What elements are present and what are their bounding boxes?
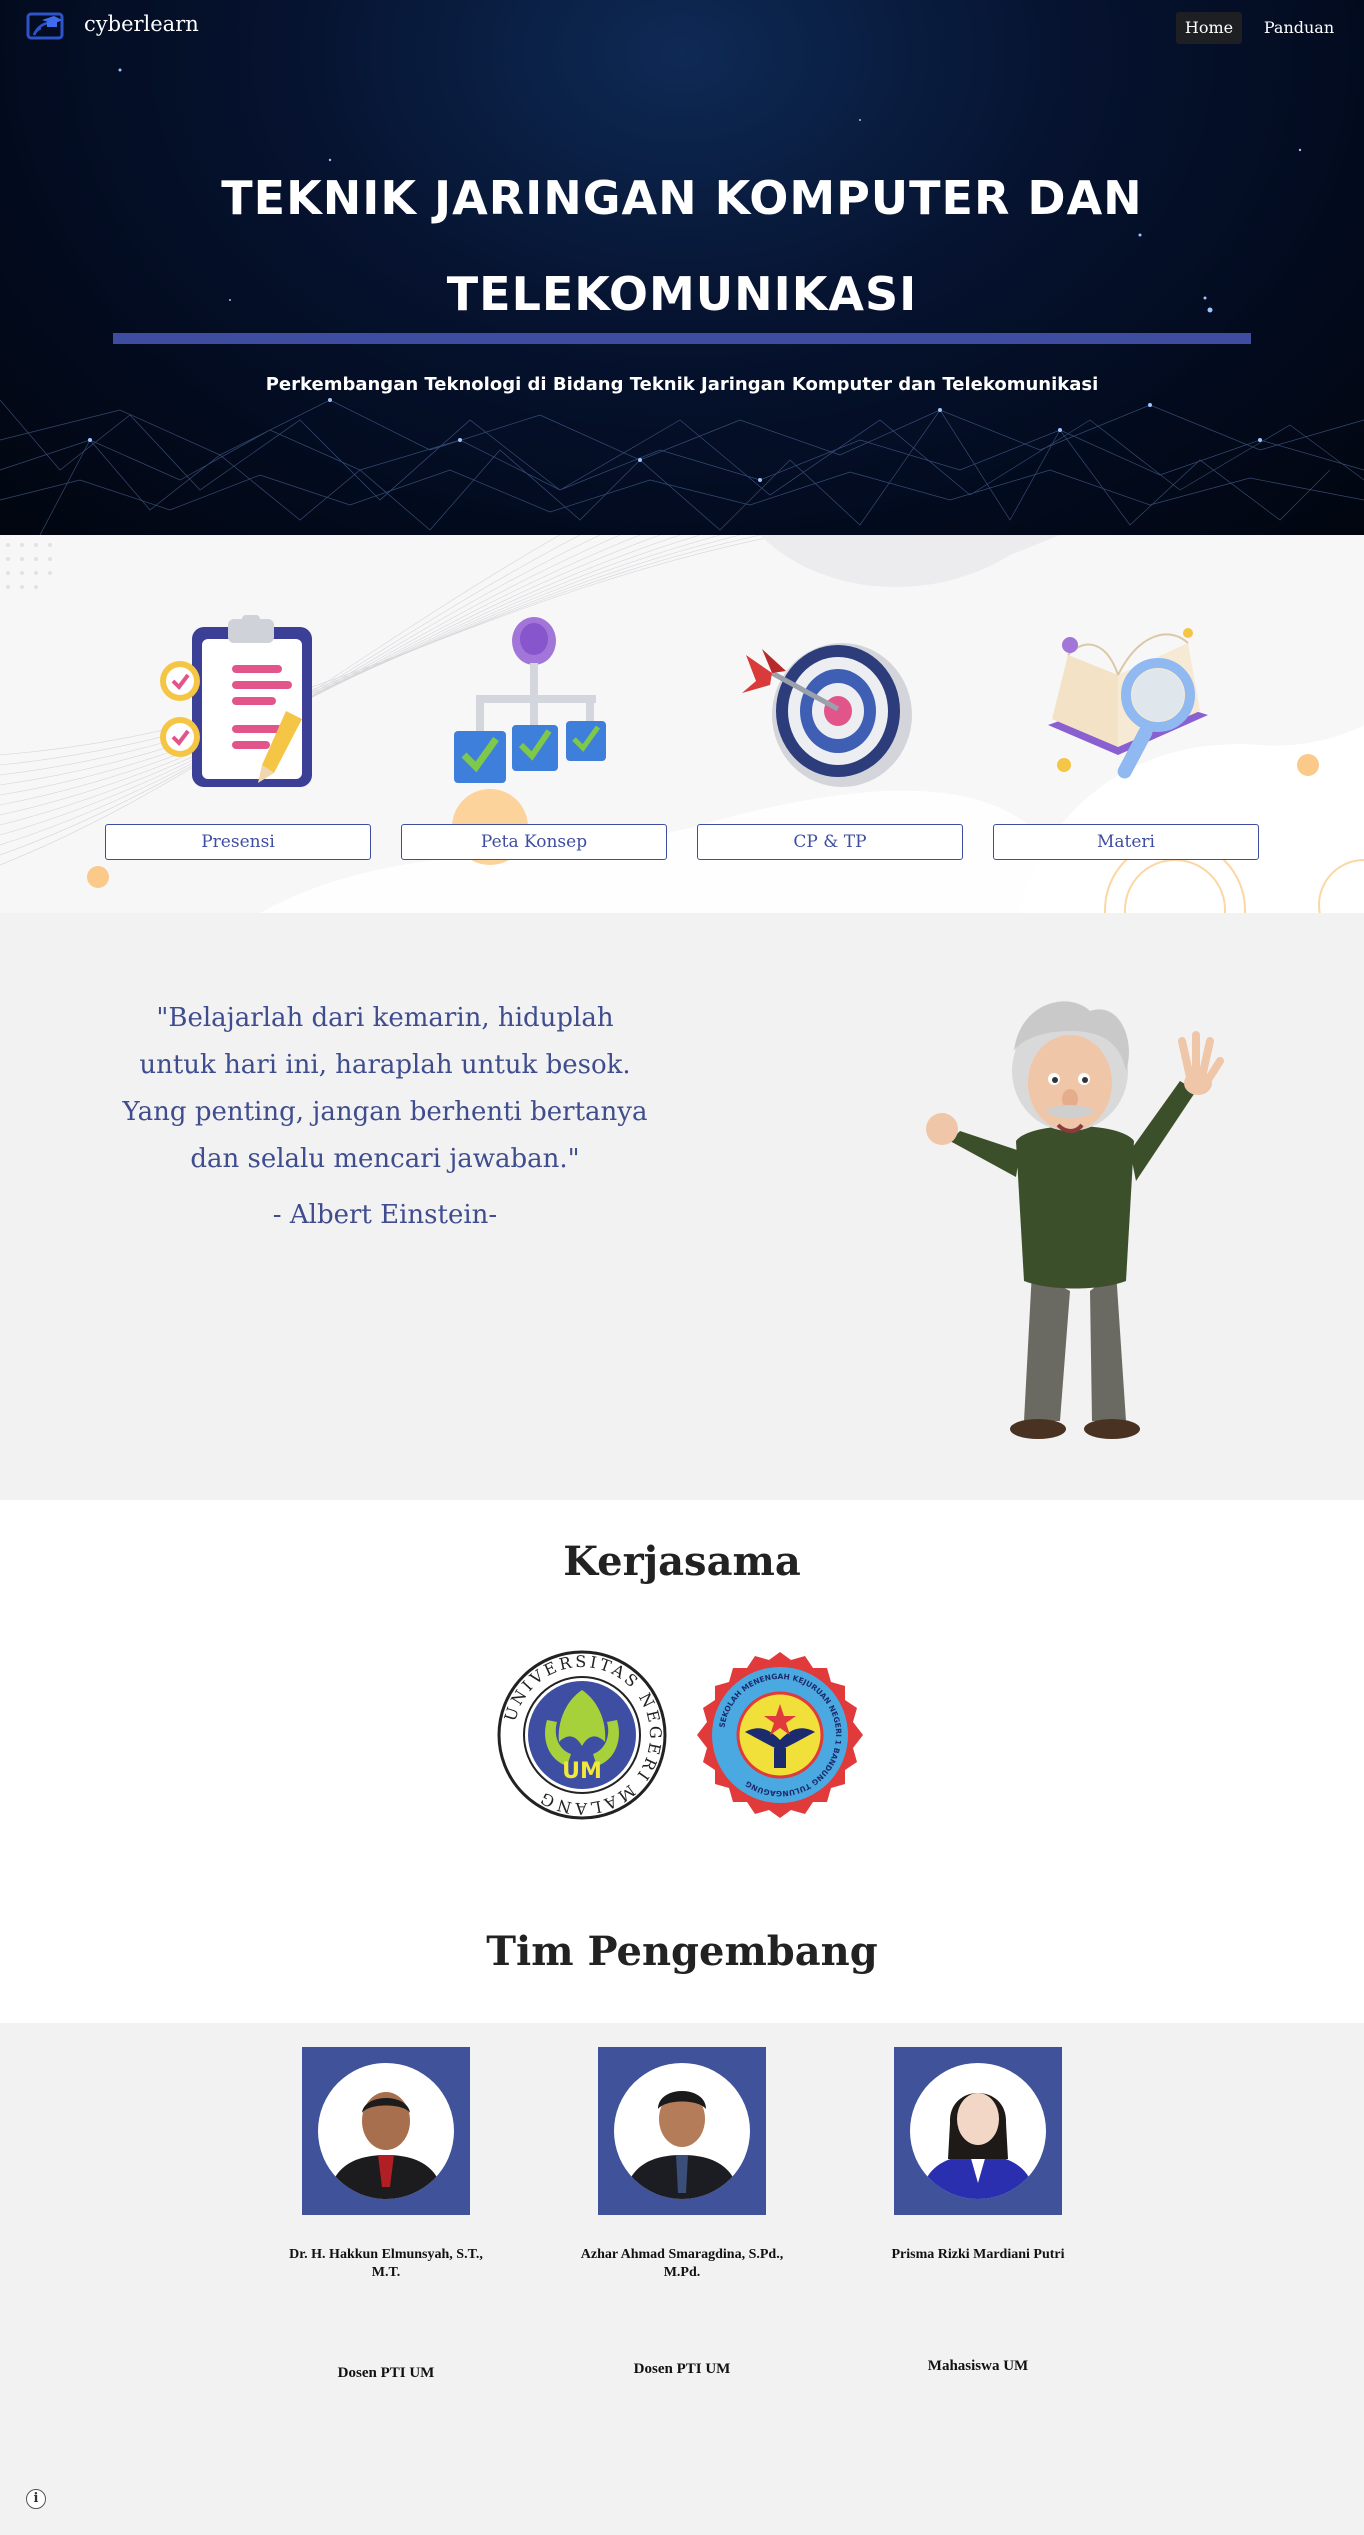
member-photo-frame: [302, 2047, 470, 2215]
member-role: Dosen PTI UM: [337, 2365, 435, 2381]
menu-item-peta-konsep[interactable]: Peta Konsep: [401, 535, 667, 913]
hero-title-line-1: TEKNIK JARINGAN KOMPUTER DAN: [221, 171, 1143, 225]
tim-pengembang-title: Tim Pengembang: [486, 1928, 878, 1975]
hero-banner: cyberlearn Home Panduan TEKNIK JARINGAN …: [0, 0, 1364, 535]
top-navbar: cyberlearn Home Panduan: [0, 0, 1364, 56]
member-photo-frame: [598, 2047, 766, 2215]
quote-author: - Albert Einstein-: [272, 1200, 498, 1230]
member-photo-avatar: [318, 2063, 454, 2199]
info-icon[interactable]: i: [26, 2489, 46, 2509]
hero-title: TEKNIK JARINGAN KOMPUTER DAN TELEKOMUNIK…: [120, 150, 1244, 342]
menu-item-cp-tp[interactable]: CP & TP: [697, 535, 963, 913]
materi-button[interactable]: Materi: [993, 824, 1259, 860]
einstein-illustration: [926, 1001, 1224, 1439]
concept-map-icon[interactable]: [446, 615, 622, 791]
target-dart-icon[interactable]: [742, 615, 918, 791]
hero-subtitle: Perkembangan Teknologi di Bidang Teknik …: [265, 374, 1099, 395]
menu-section: Presensi Peta Konsep CP & TP Materi: [0, 535, 1364, 913]
member-photo-avatar: [614, 2063, 750, 2199]
nav-home-link[interactable]: Home: [1176, 12, 1242, 44]
kerjasama-section: Kerjasama UNIVERSITAS NEGERI MALANG UM S…: [0, 1500, 1364, 2023]
book-magnifier-icon[interactable]: [1038, 615, 1214, 791]
hero-divider: [113, 333, 1251, 344]
peta-konsep-button[interactable]: Peta Konsep: [401, 824, 667, 860]
quote-text: "Belajarlah dari kemarin, hiduplah untuk…: [122, 1003, 648, 1174]
um-logo-center-text: UM: [562, 1759, 602, 1784]
clipboard-checklist-icon[interactable]: [150, 615, 326, 791]
cyberlearn-logo-icon[interactable]: [26, 11, 66, 43]
member-role: Dosen PTI UM: [633, 2361, 731, 2377]
hero-title-line-2: TELEKOMUNIKASI: [446, 267, 918, 321]
presensi-button[interactable]: Presensi: [105, 824, 371, 860]
member-name: Prisma Rizki Mardiani Putri: [891, 2247, 1065, 2262]
member-photo-frame: [894, 2047, 1062, 2215]
smk-logo: SEKOLAH MENENGAH KEJURUAN NEGERI 1 BANDU…: [697, 1652, 863, 1818]
menu-item-materi[interactable]: Materi: [993, 535, 1259, 913]
menu-item-presensi[interactable]: Presensi: [105, 535, 371, 913]
brand-name[interactable]: cyberlearn: [84, 12, 199, 36]
member-name: Dr. H. Hakkun Elmunsyah, S.T., M.T.: [289, 2247, 483, 2280]
team-member-card: Azhar Ahmad Smaragdina, S.Pd., M.Pd. Dos…: [573, 2023, 793, 2423]
member-role: Mahasiswa UM: [927, 2358, 1029, 2374]
team-section: Dr. H. Hakkun Elmunsyah, S.T., M.T. Dose…: [0, 2023, 1364, 2535]
kerjasama-title: Kerjasama: [563, 1538, 801, 1585]
member-name: Azhar Ahmad Smaragdina, S.Pd., M.Pd.: [580, 2247, 784, 2280]
nav-panduan-link[interactable]: Panduan: [1258, 12, 1340, 44]
team-member-card: Prisma Rizki Mardiani Putri Mahasiswa UM: [869, 2023, 1089, 2423]
cp-tp-button[interactable]: CP & TP: [697, 824, 963, 860]
quote-section: "Belajarlah dari kemarin, hiduplah untuk…: [0, 913, 1364, 1500]
member-photo-avatar: [910, 2063, 1046, 2199]
team-member-card: Dr. H. Hakkun Elmunsyah, S.T., M.T. Dose…: [277, 2023, 497, 2423]
universitas-negeri-malang-logo: UNIVERSITAS NEGERI MALANG UM: [497, 1650, 667, 1820]
